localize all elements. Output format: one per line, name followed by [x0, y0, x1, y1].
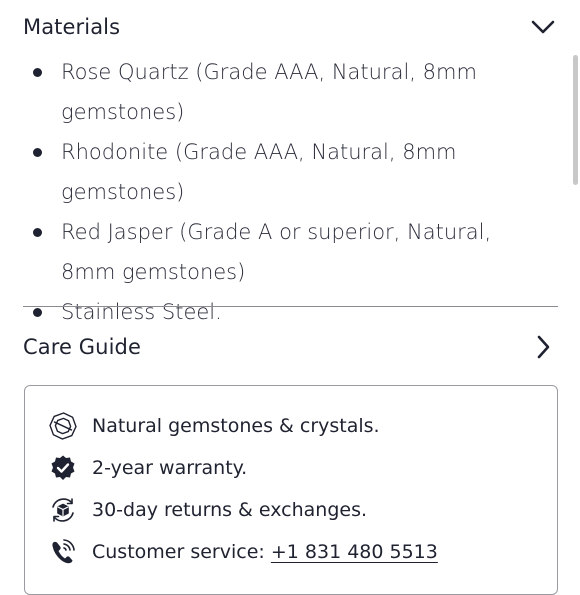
materials-item-text: Red Jasper (Grade A or superior, Natural… — [61, 220, 492, 284]
info-row-service: Customer service: +1 831 480 5513 — [47, 536, 547, 568]
badge-check-icon — [47, 452, 79, 484]
service-text: Customer service: +1 831 480 5513 — [92, 541, 438, 563]
bullet — [33, 308, 42, 317]
chevron-down-icon[interactable] — [528, 12, 558, 42]
gemstones-text: Natural gemstones & crystals. — [92, 415, 380, 437]
materials-item: Red Jasper (Grade A or superior, Natural… — [0, 212, 580, 292]
materials-list: Rose Quartz (Grade AAA, Natural, 8mm gem… — [0, 52, 580, 332]
materials-title: Materials — [23, 15, 121, 39]
chevron-right-icon[interactable] — [528, 332, 558, 362]
warranty-text: 2-year warranty. — [92, 457, 248, 479]
care-guide-title: Care Guide — [23, 335, 141, 359]
scrollbar[interactable] — [573, 55, 578, 185]
care-guide-header[interactable]: Care Guide — [23, 327, 558, 367]
product-info-box: Natural gemstones & crystals. 2-year war… — [24, 385, 558, 595]
info-row-returns: 30-day returns & exchanges. — [47, 494, 547, 526]
bullet — [33, 148, 42, 157]
box-return-icon — [47, 494, 79, 526]
info-row-warranty: 2-year warranty. — [47, 452, 547, 484]
materials-item-text: Rhodonite (Grade AAA, Natural, 8mm gemst… — [61, 140, 457, 204]
materials-item: Rose Quartz (Grade AAA, Natural, 8mm gem… — [0, 52, 580, 132]
materials-item-text: Rose Quartz (Grade AAA, Natural, 8mm gem… — [61, 60, 477, 124]
materials-item-text: Stainless Steel. — [61, 300, 222, 324]
returns-text: 30-day returns & exchanges. — [92, 499, 368, 521]
phone-icon — [47, 536, 79, 568]
materials-item: Rhodonite (Grade AAA, Natural, 8mm gemst… — [0, 132, 580, 212]
section-divider — [23, 306, 558, 307]
materials-header[interactable]: Materials — [23, 10, 558, 44]
bullet — [33, 68, 42, 77]
service-phone-link[interactable]: +1 831 480 5513 — [271, 541, 438, 563]
info-row-gemstones: Natural gemstones & crystals. — [47, 410, 547, 442]
bullet — [33, 228, 42, 237]
service-label: Customer service: — [92, 541, 271, 563]
gem-icon — [47, 410, 79, 442]
materials-item: Stainless Steel. — [0, 292, 580, 332]
